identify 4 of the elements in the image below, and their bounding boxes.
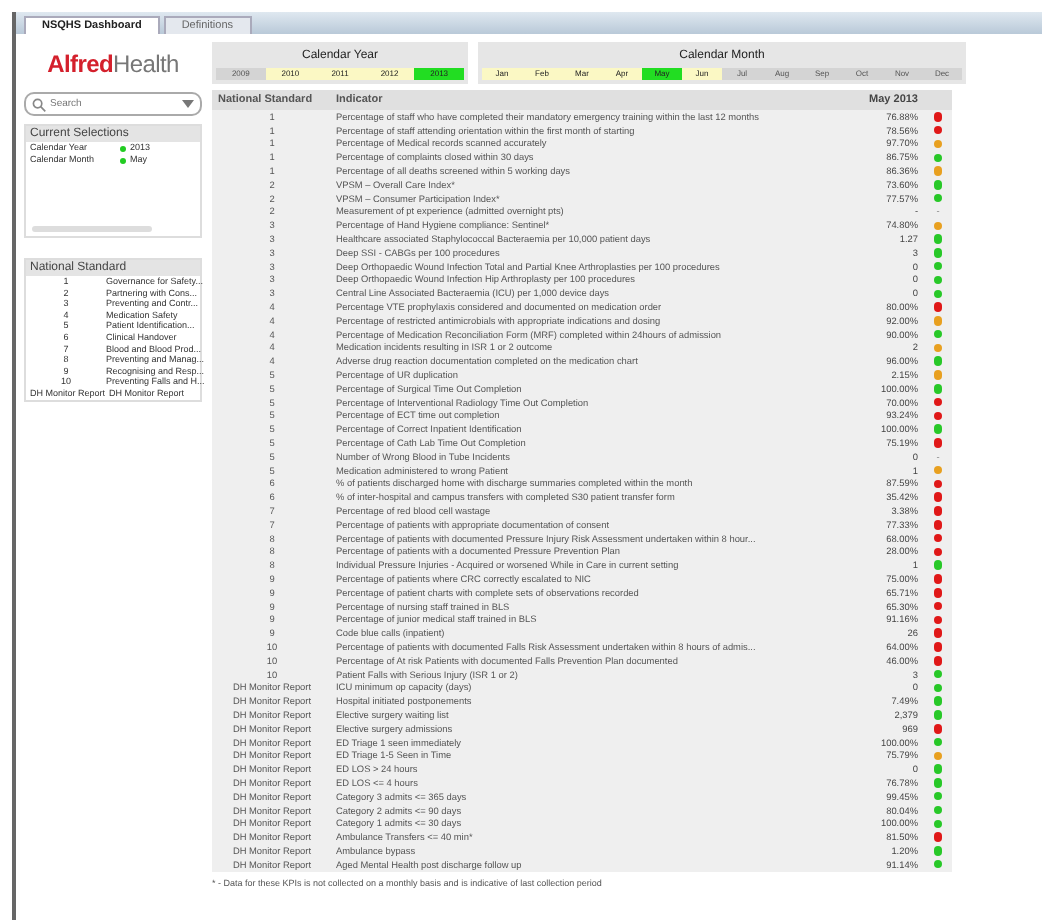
horizontal-scrollbar[interactable]: [32, 226, 152, 232]
dropdown-caret-icon[interactable]: [182, 100, 194, 108]
search-icon: [32, 97, 46, 111]
logo-text: AlfredHealth: [45, 48, 181, 82]
